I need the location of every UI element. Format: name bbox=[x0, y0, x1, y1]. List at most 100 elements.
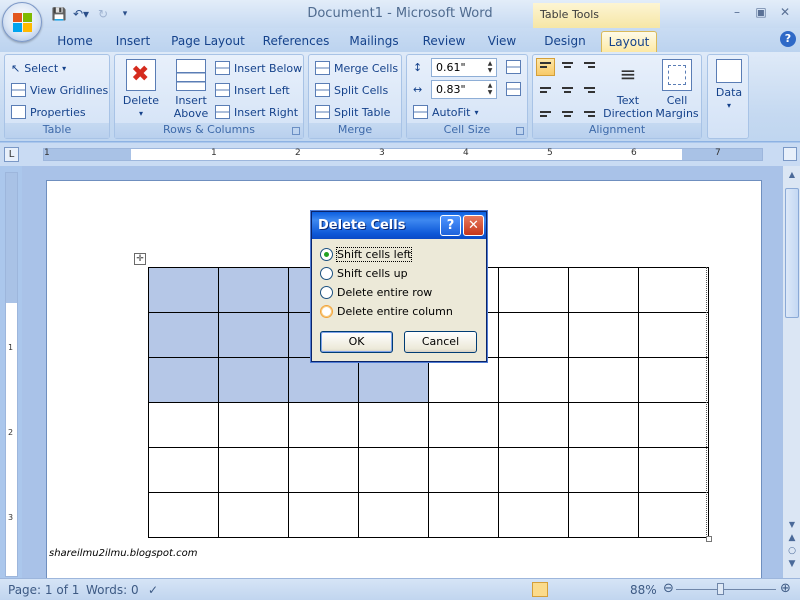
tab-mailings[interactable]: Mailings bbox=[345, 31, 403, 52]
minimize-icon[interactable]: – bbox=[726, 3, 748, 21]
insert-above-button[interactable]: Insert Above bbox=[171, 59, 211, 120]
table-cell[interactable] bbox=[568, 267, 639, 313]
option-delete-entire-column[interactable]: Delete entire column bbox=[320, 303, 453, 320]
table-cell[interactable] bbox=[358, 357, 429, 403]
full-screen-reading-icon[interactable] bbox=[550, 582, 566, 597]
scroll-up-icon[interactable]: ▲ bbox=[785, 168, 799, 182]
merge-cells-button[interactable]: Merge Cells bbox=[315, 58, 398, 78]
align-bottom-left-button[interactable] bbox=[536, 102, 555, 120]
web-layout-icon[interactable] bbox=[568, 582, 584, 597]
table-cell[interactable] bbox=[218, 357, 289, 403]
tab-home[interactable]: Home bbox=[50, 31, 100, 52]
radio-delete-entire-column[interactable] bbox=[320, 305, 333, 318]
zoom-in-icon[interactable]: ⊕ bbox=[780, 581, 791, 596]
table-cell[interactable] bbox=[498, 402, 569, 448]
align-center-left-button[interactable] bbox=[536, 80, 555, 98]
select-browse-object-icon[interactable]: ○ bbox=[786, 545, 798, 557]
align-top-center-button[interactable] bbox=[558, 58, 577, 76]
table-cell[interactable] bbox=[148, 402, 219, 448]
print-layout-view-icon[interactable] bbox=[532, 582, 548, 597]
table-cell[interactable] bbox=[568, 492, 639, 538]
dialog-help-icon[interactable]: ? bbox=[440, 215, 461, 236]
distribute-rows-icon[interactable] bbox=[506, 60, 521, 74]
align-top-right-button[interactable] bbox=[580, 58, 599, 76]
tab-insert[interactable]: Insert bbox=[110, 31, 156, 52]
tab-selector-icon[interactable]: L bbox=[4, 147, 19, 162]
option-shift-cells-left[interactable]: Shift cells left bbox=[320, 246, 413, 263]
delete-button[interactable]: ✖ Delete ▾ bbox=[121, 59, 161, 120]
align-center-button[interactable] bbox=[558, 80, 577, 98]
vertical-ruler[interactable]: 1 2 3 bbox=[5, 172, 18, 577]
data-button[interactable]: Data ▾ bbox=[710, 59, 748, 112]
table-cell[interactable] bbox=[568, 312, 639, 358]
table-cell[interactable] bbox=[568, 402, 639, 448]
split-table-button[interactable]: Split Table bbox=[315, 102, 390, 122]
table-cell[interactable] bbox=[358, 402, 429, 448]
zoom-slider-track[interactable] bbox=[676, 589, 776, 590]
table-cell[interactable] bbox=[218, 267, 289, 313]
table-move-handle-icon[interactable]: ✛ bbox=[134, 253, 146, 265]
table-cell[interactable] bbox=[288, 402, 359, 448]
table-cell[interactable] bbox=[218, 312, 289, 358]
cell-margins-button[interactable]: Cell Margins bbox=[655, 59, 699, 120]
table-cell[interactable] bbox=[498, 357, 569, 403]
row-height-spinner[interactable]: ▲ ▼ bbox=[485, 60, 495, 75]
table-cell[interactable] bbox=[498, 312, 569, 358]
table-cell[interactable] bbox=[218, 492, 289, 538]
radio-shift-cells-up[interactable] bbox=[320, 267, 333, 280]
view-gridlines-button[interactable]: View Gridlines bbox=[11, 80, 108, 100]
select-button[interactable]: ↖ Select ▾ bbox=[11, 58, 66, 78]
restore-icon[interactable]: ▣ bbox=[750, 3, 772, 21]
insert-below-button[interactable]: Insert Below bbox=[215, 58, 302, 78]
office-button[interactable] bbox=[2, 2, 42, 42]
table-resize-handle[interactable] bbox=[706, 536, 712, 542]
table-cell[interactable] bbox=[148, 312, 219, 358]
row-height-input[interactable]: 0.61" ▲ ▼ bbox=[431, 58, 497, 77]
ruler-toggle-icon[interactable] bbox=[783, 147, 797, 161]
table-cell[interactable] bbox=[638, 492, 709, 538]
table-cell[interactable] bbox=[568, 357, 639, 403]
zoom-level[interactable]: 88% bbox=[630, 583, 657, 597]
zoom-slider-thumb[interactable] bbox=[717, 583, 724, 595]
scroll-down-icon[interactable]: ▼ bbox=[785, 518, 799, 532]
table-cell[interactable] bbox=[638, 312, 709, 358]
table-cell[interactable] bbox=[638, 357, 709, 403]
tab-design[interactable]: Design bbox=[537, 31, 593, 52]
table-cell[interactable] bbox=[288, 447, 359, 493]
properties-button[interactable]: Properties bbox=[11, 102, 86, 122]
table-cell[interactable] bbox=[638, 447, 709, 493]
dialog-title-bar[interactable]: Delete Cells ? ✕ bbox=[312, 212, 486, 239]
table-cell[interactable] bbox=[428, 402, 499, 448]
tab-layout[interactable]: Layout bbox=[601, 31, 657, 52]
table-cell[interactable] bbox=[638, 267, 709, 313]
radio-shift-cells-left[interactable] bbox=[320, 248, 333, 261]
table-cell[interactable] bbox=[498, 447, 569, 493]
tab-view[interactable]: View bbox=[482, 31, 522, 52]
align-top-left-button[interactable] bbox=[536, 58, 555, 76]
close-window-icon[interactable]: ✕ bbox=[774, 3, 796, 21]
proofing-icon[interactable]: ✓ bbox=[148, 583, 158, 597]
table-cell[interactable] bbox=[638, 402, 709, 448]
radio-delete-entire-row[interactable] bbox=[320, 286, 333, 299]
align-bottom-right-button[interactable] bbox=[580, 102, 599, 120]
cell-size-launcher-icon[interactable] bbox=[516, 127, 524, 135]
horizontal-ruler[interactable]: 1 1 2 3 4 5 6 7 bbox=[43, 148, 763, 161]
text-direction-button[interactable]: ≡ Text Direction bbox=[603, 59, 653, 120]
table-cell[interactable] bbox=[498, 492, 569, 538]
draft-view-icon[interactable] bbox=[604, 582, 620, 597]
table-cell[interactable] bbox=[148, 357, 219, 403]
table-cell[interactable] bbox=[358, 447, 429, 493]
rows-columns-launcher-icon[interactable] bbox=[292, 127, 300, 135]
dialog-close-icon[interactable]: ✕ bbox=[463, 215, 484, 236]
table-cell[interactable] bbox=[568, 447, 639, 493]
split-cells-button[interactable]: Split Cells bbox=[315, 80, 388, 100]
word-count[interactable]: Words: 0 bbox=[86, 583, 139, 597]
zoom-out-icon[interactable]: ⊖ bbox=[663, 581, 674, 596]
table-cell[interactable] bbox=[288, 357, 359, 403]
table-cell[interactable] bbox=[428, 357, 499, 403]
insert-left-button[interactable]: Insert Left bbox=[215, 80, 290, 100]
scrollbar-thumb[interactable] bbox=[785, 188, 799, 318]
table-cell[interactable] bbox=[148, 447, 219, 493]
help-icon[interactable]: ? bbox=[780, 31, 796, 47]
tab-page-layout[interactable]: Page Layout bbox=[168, 31, 248, 52]
